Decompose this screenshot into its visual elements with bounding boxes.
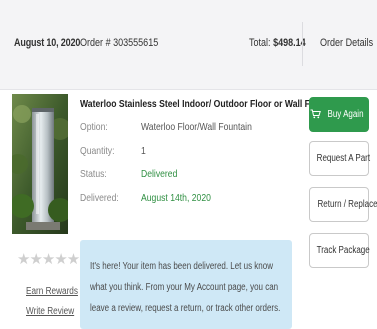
- write-review-link[interactable]: Write Review: [26, 306, 74, 317]
- detail-value: 1: [141, 144, 146, 157]
- buy-again-label: Buy Again: [327, 109, 364, 120]
- request-part-label: Request A Part: [316, 153, 371, 164]
- track-package-label: Track Package: [316, 245, 370, 256]
- detail-label: Delivered:: [80, 191, 119, 204]
- order-total-value: $498.14: [273, 37, 306, 49]
- return-replace-label: Return / Replace: [317, 199, 377, 210]
- order-date: August 10, 2020: [14, 37, 81, 49]
- product-title[interactable]: Waterloo Stainless Steel Indoor/ Outdoor…: [80, 98, 341, 110]
- order-total-label: Total:: [249, 37, 271, 49]
- earn-rewards-link[interactable]: Earn Rewards: [26, 286, 78, 297]
- order-number: Order # 303555615: [80, 37, 159, 49]
- star-rating[interactable]: ★★★★★: [17, 250, 80, 268]
- detail-label: Quantity:: [80, 144, 115, 157]
- cart-icon: [310, 109, 321, 119]
- detail-label: Status:: [80, 168, 107, 180]
- buy-again-button[interactable]: Buy Again: [309, 97, 369, 132]
- fountain-product-image: [12, 94, 68, 234]
- detail-label: Option:: [80, 121, 108, 133]
- status-value: Delivered: [141, 168, 178, 180]
- order-header: August 10, 2020 Order # 303555615 Total:…: [0, 0, 377, 90]
- request-part-button[interactable]: Request A Part: [309, 141, 371, 176]
- header-divider: [302, 22, 303, 66]
- order-total: Total: $498.14: [249, 37, 306, 49]
- product-image[interactable]: [12, 94, 68, 234]
- detail-value: Waterloo Floor/Wall Fountain: [141, 121, 252, 133]
- delivery-notice-text: It's here! Your item has been delivered.…: [90, 261, 281, 314]
- delivery-notice: It's here! Your item has been delivered.…: [80, 240, 292, 329]
- return-replace-button[interactable]: Return / Replace: [309, 187, 377, 222]
- track-package-button[interactable]: Track Package: [309, 233, 370, 268]
- delivered-date-value: August 14th, 2020: [141, 191, 211, 204]
- order-details-label: Order Details: [320, 37, 374, 49]
- order-details-link[interactable]: Order Details ›: [320, 37, 377, 49]
